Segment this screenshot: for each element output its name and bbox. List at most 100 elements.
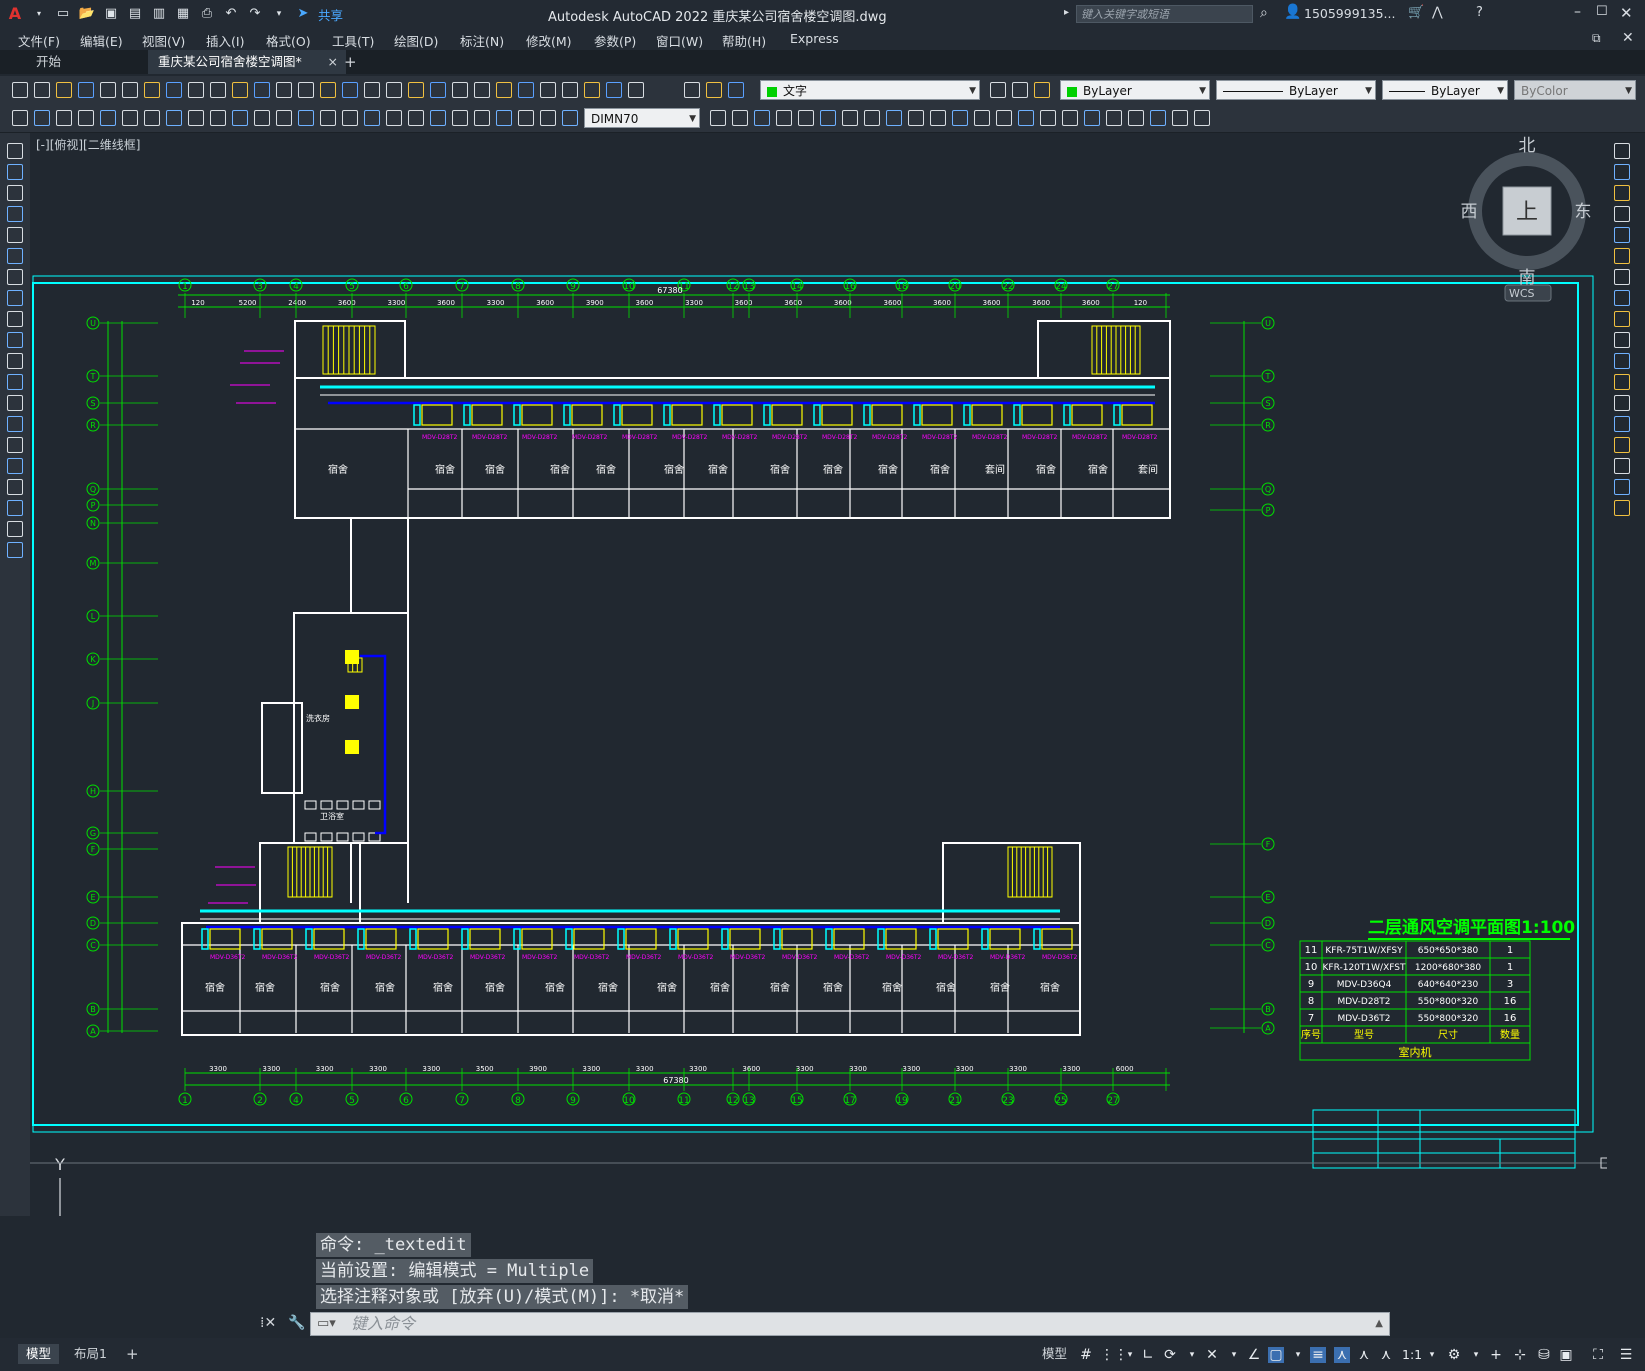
snap-mode-icon[interactable]: ⋮⋮ — [1100, 1347, 1128, 1363]
save-icon[interactable] — [728, 82, 744, 98]
minimize-icon[interactable]: – — [1574, 4, 1581, 20]
plot-preview-icon[interactable]: ▥ — [150, 5, 168, 23]
move-icon[interactable] — [842, 110, 858, 126]
layer-state-icon[interactable] — [606, 82, 622, 98]
match-icon[interactable] — [210, 82, 226, 98]
infocenter-arrow-icon[interactable]: ▸ — [1064, 7, 1069, 18]
search-icon[interactable]: ⌕ — [1260, 5, 1268, 21]
ordinate-dim-icon[interactable] — [518, 110, 534, 126]
move-icon[interactable] — [1614, 248, 1630, 264]
erase-icon[interactable] — [1614, 143, 1630, 159]
aligned-dim-icon[interactable] — [474, 110, 490, 126]
fillet-icon[interactable] — [996, 110, 1012, 126]
plot-icon[interactable] — [78, 82, 94, 98]
dropdown-icon[interactable]: ▾ — [30, 5, 48, 23]
new-icon[interactable] — [684, 82, 700, 98]
ellipse-arc-icon[interactable] — [7, 353, 23, 369]
paste-icon[interactable] — [188, 82, 204, 98]
ortho-mode-icon[interactable]: ∟ — [1140, 1347, 1156, 1363]
isometric-dropdown-icon[interactable]: ▾ — [1226, 1347, 1242, 1363]
autodesk-app-icon[interactable]: ⋀ — [1432, 5, 1443, 20]
help-icon[interactable] — [496, 82, 512, 98]
workspace-dropdown-icon[interactable]: ▾ — [1468, 1347, 1484, 1363]
plot-icon[interactable]: ⎙ — [198, 5, 216, 23]
center-mark-icon[interactable] — [254, 110, 270, 126]
copy-obj-icon[interactable] — [298, 110, 314, 126]
tool-palette-icon[interactable] — [408, 82, 424, 98]
annotation-scale-value[interactable]: 1:1 — [1402, 1347, 1422, 1362]
arc-dim-icon[interactable] — [496, 110, 512, 126]
extend-icon[interactable] — [408, 110, 424, 126]
menu-dimension[interactable]: 标注(N) — [460, 31, 504, 50]
scale-icon[interactable] — [1614, 290, 1630, 306]
open-icon[interactable] — [34, 82, 50, 98]
spline-icon[interactable] — [7, 311, 23, 327]
chamfer-icon[interactable] — [1614, 416, 1630, 432]
linear-dim-icon[interactable] — [452, 110, 468, 126]
command-customize-icon[interactable]: 🔧 — [288, 1315, 305, 1331]
user-name[interactable]: 1505999135... — [1304, 6, 1395, 21]
explode-icon[interactable] — [1614, 479, 1630, 495]
angular-dim-icon[interactable] — [710, 110, 726, 126]
tab-document[interactable]: 重庆某公司宿舍楼空调图* × — [148, 50, 346, 74]
pan-icon[interactable] — [276, 82, 292, 98]
close-window-icon[interactable]: ✕ — [1620, 4, 1633, 22]
tab-layout1[interactable]: 布局1 — [66, 1344, 115, 1364]
zoom-window-icon[interactable] — [320, 82, 336, 98]
radius-dim-icon[interactable] — [540, 110, 556, 126]
continue-icon[interactable] — [1194, 110, 1210, 126]
layer-icon[interactable] — [518, 82, 534, 98]
workspace-gear-icon[interactable]: ⚙ — [1446, 1347, 1462, 1363]
layer-previous-icon[interactable] — [628, 82, 644, 98]
table-icon[interactable] — [7, 500, 23, 516]
object-snap-icon[interactable]: ▢ — [1268, 1347, 1284, 1363]
linear-dim-icon[interactable] — [1018, 110, 1034, 126]
lineweight-combo[interactable]: ByLayer ▼ — [1382, 80, 1508, 100]
menu-help[interactable]: 帮助(H) — [722, 31, 766, 50]
copy-obj-icon[interactable] — [864, 110, 880, 126]
blend-icon[interactable] — [1614, 458, 1630, 474]
open-icon[interactable] — [706, 82, 722, 98]
model-space-button[interactable]: 模型 — [1034, 1344, 1075, 1364]
command-prompt-icon[interactable]: ▭▾ — [317, 1313, 336, 1335]
line-icon[interactable] — [7, 143, 23, 159]
customization-menu-icon[interactable]: ☰ — [1618, 1347, 1634, 1363]
mirror-icon[interactable] — [1614, 185, 1630, 201]
drawing-canvas[interactable]: 1 3 4 5 6 7 8 9 10 11 12 13 14 16 18 20 22 24 27 1 2 4 5 6 7 8 9 10… — [30, 133, 1612, 1250]
zoom-previous-icon[interactable] — [342, 82, 358, 98]
angular-dim-icon[interactable] — [1150, 110, 1166, 126]
construction-line-icon[interactable] — [7, 164, 23, 180]
erase-icon[interactable] — [1614, 500, 1630, 516]
polygon-icon[interactable] — [7, 206, 23, 222]
properties-icon[interactable] — [364, 82, 380, 98]
units-icon[interactable]: ⊹ — [1512, 1347, 1528, 1363]
baseline-icon[interactable] — [732, 110, 748, 126]
auto-scale-icon[interactable]: ⋏ — [1356, 1347, 1372, 1363]
leader-icon[interactable] — [776, 110, 792, 126]
ordinate-dim-icon[interactable] — [78, 110, 94, 126]
share-icon[interactable]: ➤ — [294, 5, 312, 23]
circle-icon[interactable] — [7, 269, 23, 285]
scale-icon[interactable] — [342, 110, 358, 126]
rectangle-icon[interactable] — [7, 227, 23, 243]
polyline-icon[interactable] — [7, 185, 23, 201]
rotate-icon[interactable] — [886, 110, 902, 126]
publish-icon[interactable] — [122, 82, 138, 98]
linear-dim-icon[interactable] — [12, 110, 28, 126]
break-icon[interactable] — [1614, 374, 1630, 390]
array-icon[interactable] — [1614, 227, 1630, 243]
diameter-dim-icon[interactable] — [1128, 110, 1144, 126]
grid-display-icon[interactable]: # — [1078, 1347, 1094, 1363]
preview-icon[interactable] — [100, 82, 116, 98]
lineweight-display-icon[interactable]: ≡ — [1310, 1347, 1326, 1363]
zoom-icon[interactable] — [298, 82, 314, 98]
open-icon[interactable]: 📂 — [78, 5, 96, 23]
graphics-performance-icon[interactable]: ▣ — [1558, 1347, 1574, 1363]
rotate-icon[interactable] — [320, 110, 336, 126]
text-icon[interactable] — [7, 521, 23, 537]
rotate-icon[interactable] — [1614, 269, 1630, 285]
save-as-icon[interactable]: ▤ — [126, 5, 144, 23]
fillet-icon[interactable] — [430, 110, 446, 126]
plotstyle-combo[interactable]: ByColor ▼ — [1514, 80, 1636, 100]
publish-icon[interactable]: ▦ — [174, 5, 192, 23]
